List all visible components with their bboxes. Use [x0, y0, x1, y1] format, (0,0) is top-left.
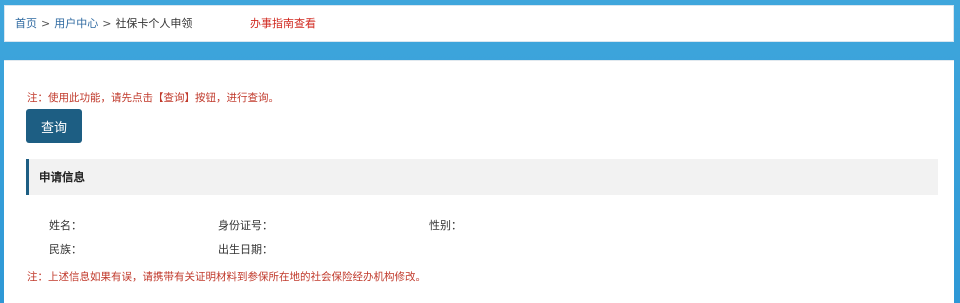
breadcrumb-separator: > [41, 17, 51, 30]
name-label: 姓名： [49, 219, 82, 232]
gender-label: 性别： [429, 219, 462, 232]
section-title: 申请信息 [39, 170, 85, 184]
breadcrumb-separator: > [102, 17, 112, 30]
main-panel: 注：使用此功能，请先点击【查询】按钮，进行查询。 查询 申请信息 姓名： 身份证… [4, 60, 954, 303]
birth-date-label: 出生日期： [218, 243, 273, 256]
guide-link[interactable]: 办事指南查看 [250, 15, 316, 33]
correction-notice: 注：上述信息如果有误，请携带有关证明材料到参保所在地的社会保险经办机构修改。 [27, 271, 426, 283]
breadcrumb: 首页 > 用户中心 > 社保卡个人申领 [15, 15, 192, 33]
usage-notice: 注：使用此功能，请先点击【查询】按钮，进行查询。 [27, 92, 279, 104]
ethnicity-label: 民族： [49, 243, 82, 256]
id-number-label: 身份证号： [218, 219, 273, 232]
query-button[interactable]: 查询 [26, 109, 82, 143]
breadcrumb-home[interactable]: 首页 [15, 17, 37, 30]
breadcrumb-current: 社保卡个人申领 [115, 17, 193, 30]
section-header: 申请信息 [26, 159, 938, 195]
breadcrumb-user-center[interactable]: 用户中心 [54, 17, 98, 30]
top-bar: 首页 > 用户中心 > 社保卡个人申领 办事指南查看 [4, 5, 954, 42]
